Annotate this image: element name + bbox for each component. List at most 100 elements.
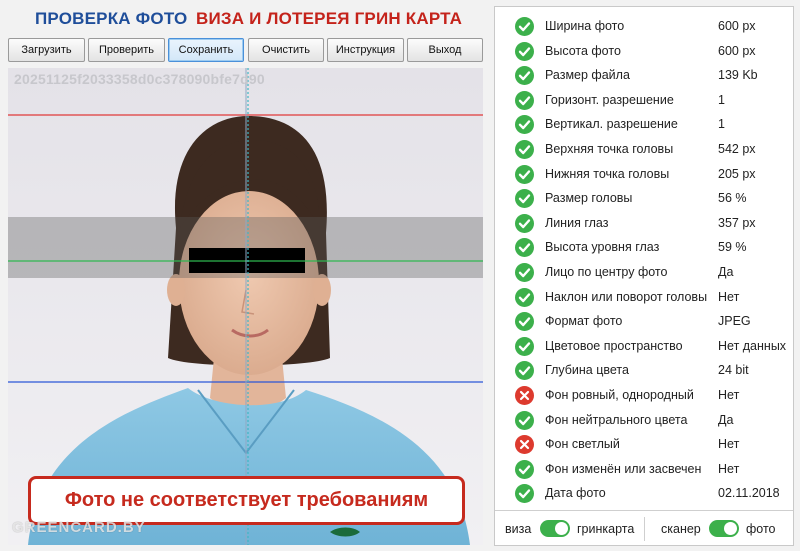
check-value: 357 px [718,215,756,230]
check-label: Размер головы [545,191,633,206]
check-label: Высота фото [545,43,621,58]
check-row: Верхняя точка головы 542 px [495,137,793,161]
check-value: 24 bit [718,363,749,378]
check-value: Нет [718,289,740,304]
check-value: Да [718,412,734,427]
check-label: Фон нейтрального цвета [545,412,688,427]
header-title-visa-lottery: ВИЗА И ЛОТЕРЕЯ ГРИН КАРТА [196,9,463,28]
visa-greencard-toggle[interactable] [540,520,570,537]
mode-visa-label: виза [505,522,532,536]
check-row: Фон нейтрального цвета Да [495,408,793,432]
mode-bar: виза гринкарта сканер фото [495,510,793,546]
success-check-icon [515,115,534,135]
check-row: Размер файла 139 Kb [495,63,793,87]
exit-button[interactable]: Выход [407,38,483,62]
success-check-icon [515,189,534,209]
load-button[interactable]: Загрузить [8,38,85,62]
check-label: Глубина цвета [545,363,629,378]
success-check-icon [515,238,534,258]
check-row: Размер головы 56 % [495,186,793,210]
header: ПРОВЕРКА ФОТО ВИЗА И ЛОТЕРЕЯ ГРИН КАРТА [0,6,492,32]
check-row: Глубина цвета 24 bit [495,358,793,382]
success-check-icon [515,287,534,307]
success-check-icon [515,140,534,159]
check-row: Фон светлый Нет [495,432,793,456]
check-label: Верхняя точка головы [545,142,674,156]
photo-hash: 20251125f2033358d0c378090bfe7d90 [14,71,265,87]
check-row: Дата фото 02.11.2018 [495,481,793,505]
check-label: Горизонт. разрешение [545,92,674,107]
check-value: 139 Kb [718,68,758,83]
ear-right [313,274,331,306]
check-label: Ширина фото [545,19,625,33]
check-button[interactable]: Проверить [88,38,165,62]
check-label: Нижняя точка головы [545,166,670,181]
photo-check-app: ПРОВЕРКА ФОТО ВИЗА И ЛОТЕРЕЯ ГРИН КАРТА … [0,0,800,551]
check-row: Высота уровня глаз 59 % [495,235,793,259]
check-row: Фон ровный, однородный Нет [495,383,793,407]
photo-preview[interactable]: 20251125f2033358d0c378090bfe7d90 Фото не… [8,68,483,545]
check-label: Фон светлый [545,437,620,452]
success-check-icon [515,90,534,110]
check-value: JPEG [718,314,751,329]
check-value: 02.11.2018 [718,486,780,501]
save-button[interactable]: Сохранить [168,38,244,62]
watermark: GREENCARD.BY [12,519,146,536]
check-label: Лицо по центру фото [545,265,668,279]
check-value: 205 px [718,166,756,181]
check-value: 1 [718,92,725,107]
check-label: Дата фото [545,486,606,501]
success-check-icon [515,410,534,430]
verdict-banner: Фото не соответствует требованиям [28,476,465,525]
check-value: 56 % [718,191,747,206]
check-label: Высота уровня глаз [545,240,660,255]
check-row: Линия глаз 357 px [495,211,793,235]
success-check-icon [515,164,534,184]
check-value: Нет данных [718,338,787,353]
success-check-icon [515,361,534,381]
success-check-icon [515,312,534,332]
check-row: Цветовое пространство Нет данных [495,334,793,358]
check-row: Наклон или поворот головы Нет [495,285,793,309]
check-value: Нет [718,388,740,402]
clear-button[interactable]: Очистить [248,38,324,62]
check-row: Вертикал. разрешение 1 [495,112,793,136]
check-row: Высота фото 600 px [495,39,793,63]
mode-photo-label: фото [746,522,776,536]
success-check-icon [515,213,534,233]
check-value: 542 px [718,142,756,156]
check-row: Ширина фото 600 px [495,14,793,38]
mode-scanner-label: сканер [661,522,701,536]
check-row: Фон изменён или засвечен Нет [495,457,793,481]
check-value: Нет [718,437,740,452]
success-check-icon [515,459,534,479]
check-value: 600 px [718,43,756,58]
check-row: Формат фото JPEG [495,309,793,333]
success-check-icon [515,336,534,356]
results-panel: Ширина фото 600 px Высота фото 600 px Разм… [494,6,794,546]
check-row: Горизонт. разрешение 1 [495,88,793,112]
success-check-icon [515,41,534,61]
mode-divider [644,517,645,541]
check-value: Нет [718,461,740,476]
check-label: Размер файла [545,68,630,83]
check-value: Да [718,265,734,279]
manual-button[interactable]: Инструкция [327,38,404,62]
success-check-icon [515,17,534,36]
check-label: Фон ровный, однородный [545,388,694,402]
toolbar: Загрузить Проверить Сохранить Очистить И… [8,38,484,62]
error-x-icon [515,386,534,405]
check-label: Линия глаз [545,215,609,230]
success-check-icon [515,484,534,504]
header-title-photo-check: ПРОВЕРКА ФОТО [35,9,188,28]
check-label: Формат фото [545,314,623,329]
error-x-icon [515,435,534,455]
check-value: 1 [718,117,725,132]
check-label: Вертикал. разрешение [545,117,678,132]
check-label: Наклон или поворот головы [545,289,708,304]
photo-canvas [8,68,483,545]
check-label: Фон изменён или засвечен [545,461,702,476]
check-row: Лицо по центру фото Да [495,260,793,284]
scanner-photo-toggle[interactable] [709,520,739,537]
check-value: 59 % [718,240,747,255]
